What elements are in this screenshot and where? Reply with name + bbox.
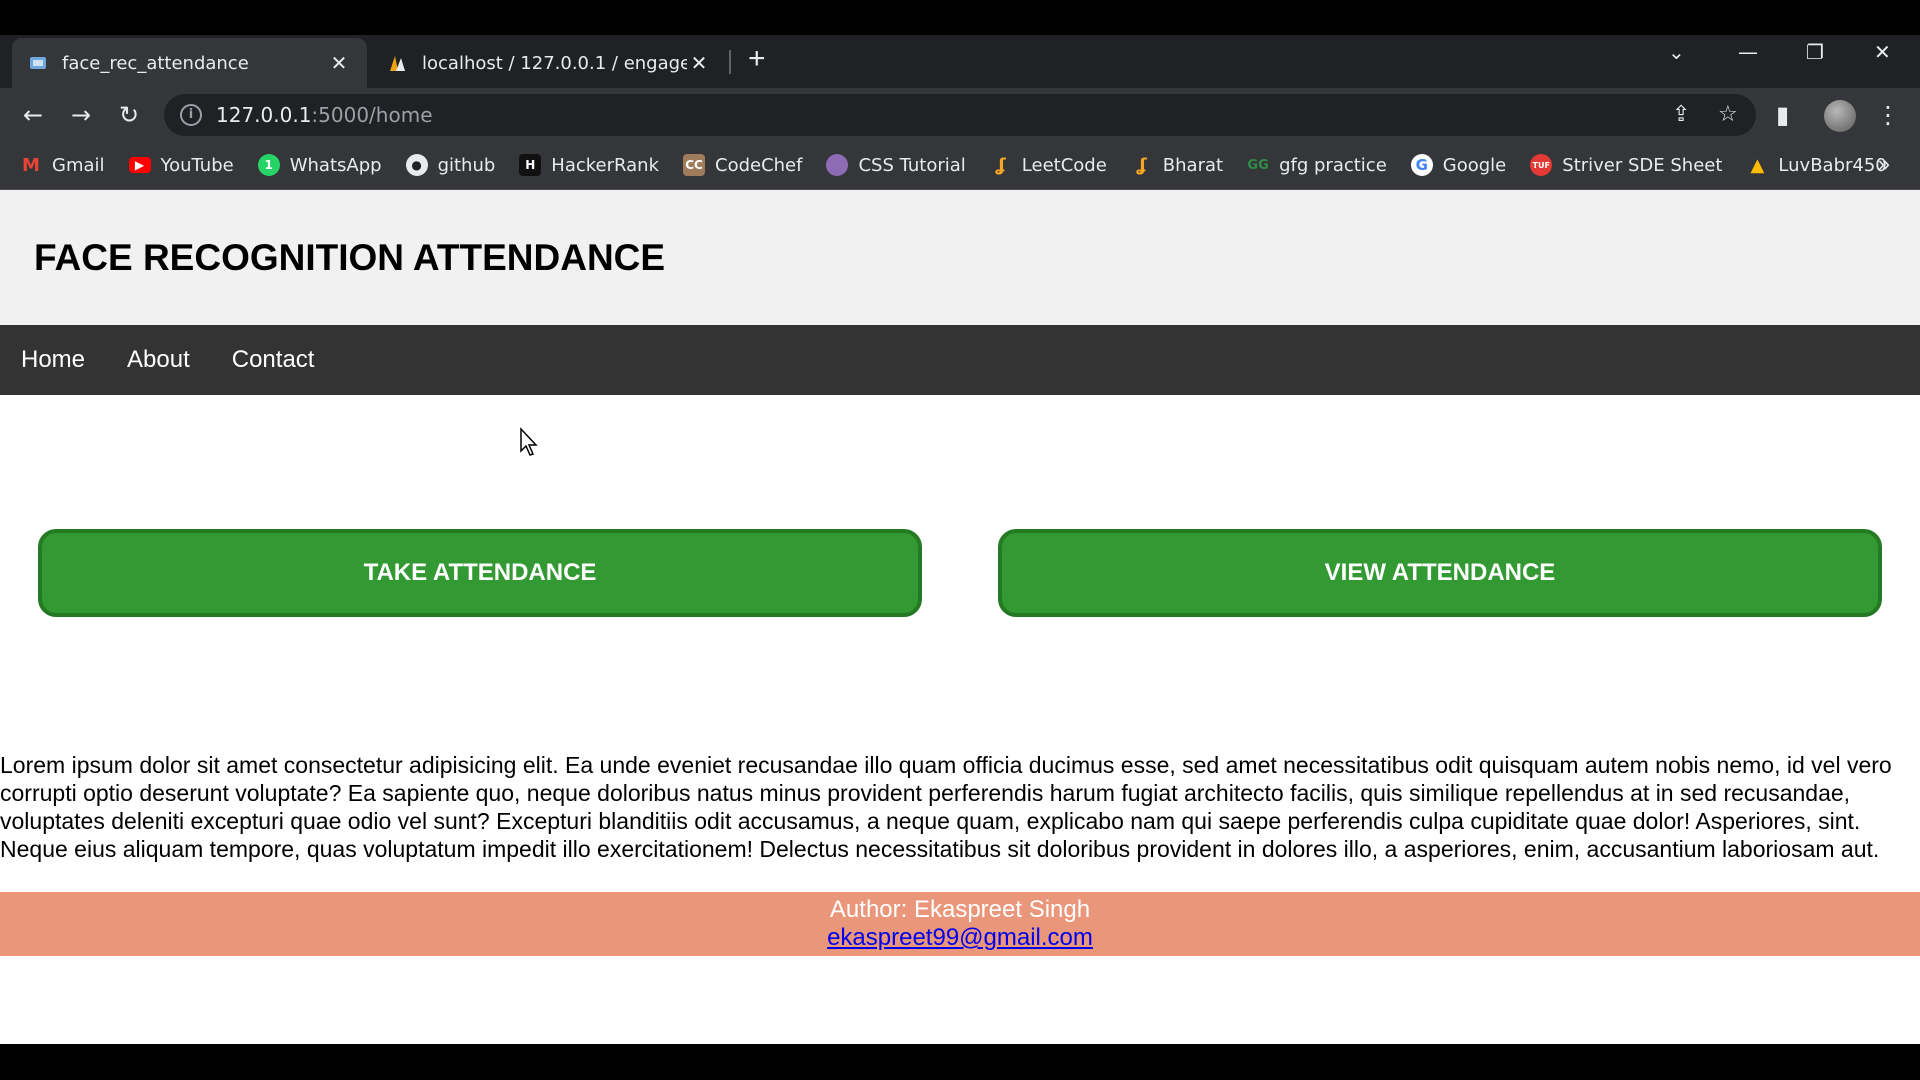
tab-phpmyadmin[interactable]: localhost / 127.0.0.1 / engage / c ✕ <box>372 38 727 88</box>
url-path: :5000/home <box>311 103 433 127</box>
nav-home[interactable]: Home <box>21 346 85 374</box>
hackerrank-icon: H <box>519 154 542 176</box>
more-bookmarks-icon[interactable]: » <box>1878 151 1890 177</box>
view-attendance-button[interactable]: VIEW ATTENDANCE <box>998 529 1882 617</box>
bookmark-label: LeetCode <box>1021 154 1107 176</box>
site-header: FACE RECOGNITION ATTENDANCE <box>0 190 1920 325</box>
bookmark-label: Bharat <box>1162 154 1224 176</box>
browser-toolbar: ← → ↻ i 127.0.0.1:5000/home ⇪ ☆ ▮ ⋮ <box>0 88 1920 141</box>
mouse-cursor-icon <box>520 427 538 456</box>
site-footer: Author: Ekaspreet Singh ekaspreet99@gmai… <box>0 892 1920 956</box>
profile-avatar[interactable] <box>1824 100 1856 132</box>
bookmark-striver-sde-sheet[interactable]: TUF Striver SDE Sheet <box>1530 154 1722 176</box>
tab-separator <box>729 50 731 74</box>
bookmark-luvbabr450[interactable]: ▲ LuvBabr450 <box>1746 154 1887 176</box>
body-paragraph: Lorem ipsum dolor sit amet consectetur a… <box>0 752 1892 862</box>
phpmyadmin-icon <box>390 56 405 71</box>
bookmark-label: CodeChef <box>715 154 803 176</box>
bookmark-label: YouTube <box>160 154 234 176</box>
tab-strip: face_rec_attendance ✕ localhost / 127.0.… <box>0 35 1920 88</box>
codechef-icon: CC <box>683 154 705 176</box>
screen: face_rec_attendance ✕ localhost / 127.0.… <box>0 0 1920 1080</box>
close-icon[interactable]: ✕ <box>687 51 711 75</box>
bookmark-label: Gmail <box>52 154 105 176</box>
bookmark-label: github <box>437 154 496 176</box>
action-buttons: TAKE ATTENDANCE VIEW ATTENDANCE <box>38 529 1882 617</box>
forward-icon[interactable]: → <box>66 100 96 130</box>
bookmark-codechef[interactable]: CC CodeChef <box>683 154 802 176</box>
bookmark-label: WhatsApp <box>289 154 382 176</box>
new-tab-icon[interactable]: + <box>748 44 766 74</box>
bookmark-star-icon[interactable]: ☆ <box>1718 94 1738 136</box>
bookmark-label: Striver SDE Sheet <box>1562 154 1723 176</box>
site-info-icon[interactable]: i <box>180 104 202 126</box>
bookmark-gmail[interactable]: M Gmail <box>20 154 105 176</box>
back-icon[interactable]: ← <box>18 100 48 130</box>
tab-title: face_rec_attendance <box>62 52 249 74</box>
close-icon[interactable]: ✕ <box>327 51 351 75</box>
whatsapp-icon: 1 <box>257 154 280 176</box>
gfg-icon: GG <box>1247 157 1269 173</box>
bookmark-css-tutorial[interactable]: CSS Tutorial <box>826 154 966 176</box>
bookmark-gfg-practice[interactable]: GG gfg practice <box>1247 154 1387 176</box>
reload-icon[interactable]: ↻ <box>114 100 144 130</box>
bookmark-label: CSS Tutorial <box>858 154 966 176</box>
google-icon: G <box>1410 154 1433 176</box>
bookmark-label: Google <box>1442 154 1507 176</box>
tab-face-rec-attendance[interactable]: face_rec_attendance ✕ <box>12 38 367 88</box>
bookmark-whatsapp[interactable]: 1 WhatsApp <box>257 154 382 176</box>
bookmarks-bar: M Gmail ▶ YouTube 1 WhatsApp ● github H … <box>0 141 1920 190</box>
bookmark-leetcode[interactable]: ʆ LeetCode <box>990 154 1107 176</box>
bookmark-youtube[interactable]: ▶ YouTube <box>128 154 234 176</box>
leetcode-icon: ʆ <box>995 154 1006 176</box>
page-title: FACE RECOGNITION ATTENDANCE <box>34 236 666 278</box>
bookmark-label: gfg practice <box>1279 154 1387 176</box>
web-page: FACE RECOGNITION ATTENDANCE Home About C… <box>0 190 1920 1044</box>
github-icon: ● <box>405 154 428 176</box>
restore-icon[interactable]: ❐ <box>1806 40 1824 64</box>
take-attendance-button[interactable]: TAKE ATTENDANCE <box>38 529 922 617</box>
bookmark-google[interactable]: G Google <box>1410 154 1507 176</box>
bookmark-hackerrank[interactable]: H HackerRank <box>519 154 659 176</box>
bookmark-github[interactable]: ● github <box>405 154 496 176</box>
nav-contact[interactable]: Contact <box>232 346 315 374</box>
side-panel-icon[interactable]: ▮ <box>1776 100 1789 130</box>
footer-email-link[interactable]: ekaspreet99@gmail.com <box>827 924 1093 951</box>
striver-icon: TUF <box>1530 154 1553 176</box>
gmail-icon: M <box>22 154 40 176</box>
footer-author: Author: Ekaspreet Singh <box>829 896 1091 923</box>
css-tutorial-icon <box>826 154 849 176</box>
minimize-icon[interactable]: — <box>1738 40 1758 64</box>
url-host: 127.0.0.1 <box>216 103 312 127</box>
bookmark-label: HackerRank <box>551 154 659 176</box>
site-nav: Home About Contact <box>0 325 1920 395</box>
nav-about[interactable]: About <box>127 346 190 374</box>
bookmark-bharat[interactable]: ʆ Bharat <box>1131 154 1223 176</box>
youtube-icon: ▶ <box>128 157 151 173</box>
address-bar[interactable]: i 127.0.0.1:5000/home ⇪ ☆ <box>164 94 1756 136</box>
flask-icon <box>30 57 46 69</box>
bharat-icon: ʆ <box>1136 154 1147 176</box>
share-icon[interactable]: ⇪ <box>1672 94 1690 136</box>
tab-title: localhost / 127.0.0.1 / engage / c <box>422 52 687 74</box>
window-close-icon[interactable]: ✕ <box>1874 40 1891 64</box>
menu-icon[interactable]: ⋮ <box>1876 100 1900 130</box>
tab-search-icon[interactable]: ⌄ <box>1668 40 1685 64</box>
bookmark-label: LuvBabr450 <box>1778 154 1887 176</box>
drive-icon: ▲ <box>1750 154 1765 176</box>
